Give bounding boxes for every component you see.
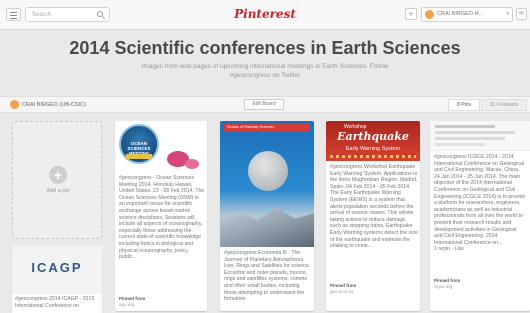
pin-source[interactable]: Pinned from icgce.org [434,278,526,289]
pins-count-tab[interactable]: 8 Pins [448,99,480,111]
pin-card[interactable]: Workshop Earthquake Early Warning System… [326,121,420,311]
user-avatar [425,10,434,19]
board-description: Images from web pages of upcoming intern… [141,63,389,79]
search-icon[interactable] [97,11,103,17]
pin-source-domain[interactable]: icgce.org [434,284,452,289]
pin-source[interactable]: Pinned from geo.ucm.es [330,283,418,294]
username: CRAI BIRGEO H... [437,11,484,17]
pin-source-domain[interactable]: agu.org [119,302,134,307]
edit-board-button[interactable]: Edit Board [244,99,284,110]
pin-card[interactable]: ICAGP #geocongress 2014 ICAGP - 2013 Int… [12,246,102,313]
pin-image-text: ICAGP [31,260,83,275]
pin-image-text: Division of Planetary Sciences [227,125,275,129]
inbox-icon[interactable]: ✉ [516,8,527,20]
pinterest-logo[interactable]: Pinterest [218,7,312,21]
pin-description: #geocongress Workshop Earthquake Early W… [330,164,418,250]
owner-avatar[interactable] [10,100,19,109]
pin-description: #geocongress - Ocean Sciences Meeting 20… [119,175,205,261]
pin-card[interactable]: Division of Planetary Sciences #geocongr… [220,121,314,311]
pin-source[interactable]: Pinned from agu.org [119,296,205,307]
search-placeholder: Search [32,12,52,18]
pin-image[interactable]: OCEAN SCIENCES MEETING [115,121,207,173]
ocean-sciences-logo: OCEAN SCIENCES MEETING [119,124,159,164]
pin-card[interactable]: OCEAN SCIENCES MEETING #geocongress - Oc… [115,121,207,311]
mountain-graphic [220,207,314,247]
pin-description-text: #geocongress ICGCE 2014 - 2014 Internati… [434,154,526,246]
board-title: 2014 Scientific conferences in Earth Sci… [69,38,461,58]
add-pin-plus-icon: + [49,166,67,184]
search-input[interactable]: Search [25,7,110,22]
pin-image[interactable]: ICAGP [12,246,102,294]
pin-image[interactable] [430,121,530,151]
pin-image-title: Earthquake [337,130,409,143]
pin-image[interactable]: Division of Planetary Sciences [220,121,314,247]
pin-image[interactable]: Workshop Earthquake Early Warning System [326,121,420,161]
pin-card[interactable]: #geocongress ICGCE 2014 - 2014 Internati… [430,121,530,311]
pin-description: #geocongress ICGCE 2014 - 2014 Internati… [434,154,526,253]
pin-description: #geocongress 2014 ICAGP - 2013 Internati… [15,296,95,309]
pin-description: #geocongress Economia III - The Journey … [224,250,311,303]
add-pin-label: Add a pin [46,188,70,194]
poster-header: Division of Planetary Sciences [224,124,310,132]
like-count[interactable]: Like [455,246,465,252]
pin-image-subtitle: Early Warning System [345,146,401,152]
chevron-down-icon: ▾ [506,11,509,17]
menu-icon[interactable] [6,8,21,21]
pin-source-domain[interactable]: geo.ucm.es [330,289,353,294]
user-menu-button[interactable]: CRAI BIRGEO H... ▾ [421,7,513,22]
repin-count[interactable]: 1 repin [434,246,450,252]
add-pin-card[interactable]: + Add a pin [12,121,102,239]
planet-graphic [248,151,288,191]
followers-count-tab[interactable]: 31 Followers [481,99,527,111]
board-info-bar: CRAI BIRGEO (UB-CSIC) Edit Board 8 Pins … [0,96,530,113]
board-owner[interactable]: CRAI BIRGEO (UB-CSIC) [22,102,86,108]
top-navigation-bar: Search Pinterest + CRAI BIRGEO H... ▾ ✉ [0,0,530,30]
plus-icon[interactable]: + [405,8,417,20]
flower-decoration [185,159,199,169]
